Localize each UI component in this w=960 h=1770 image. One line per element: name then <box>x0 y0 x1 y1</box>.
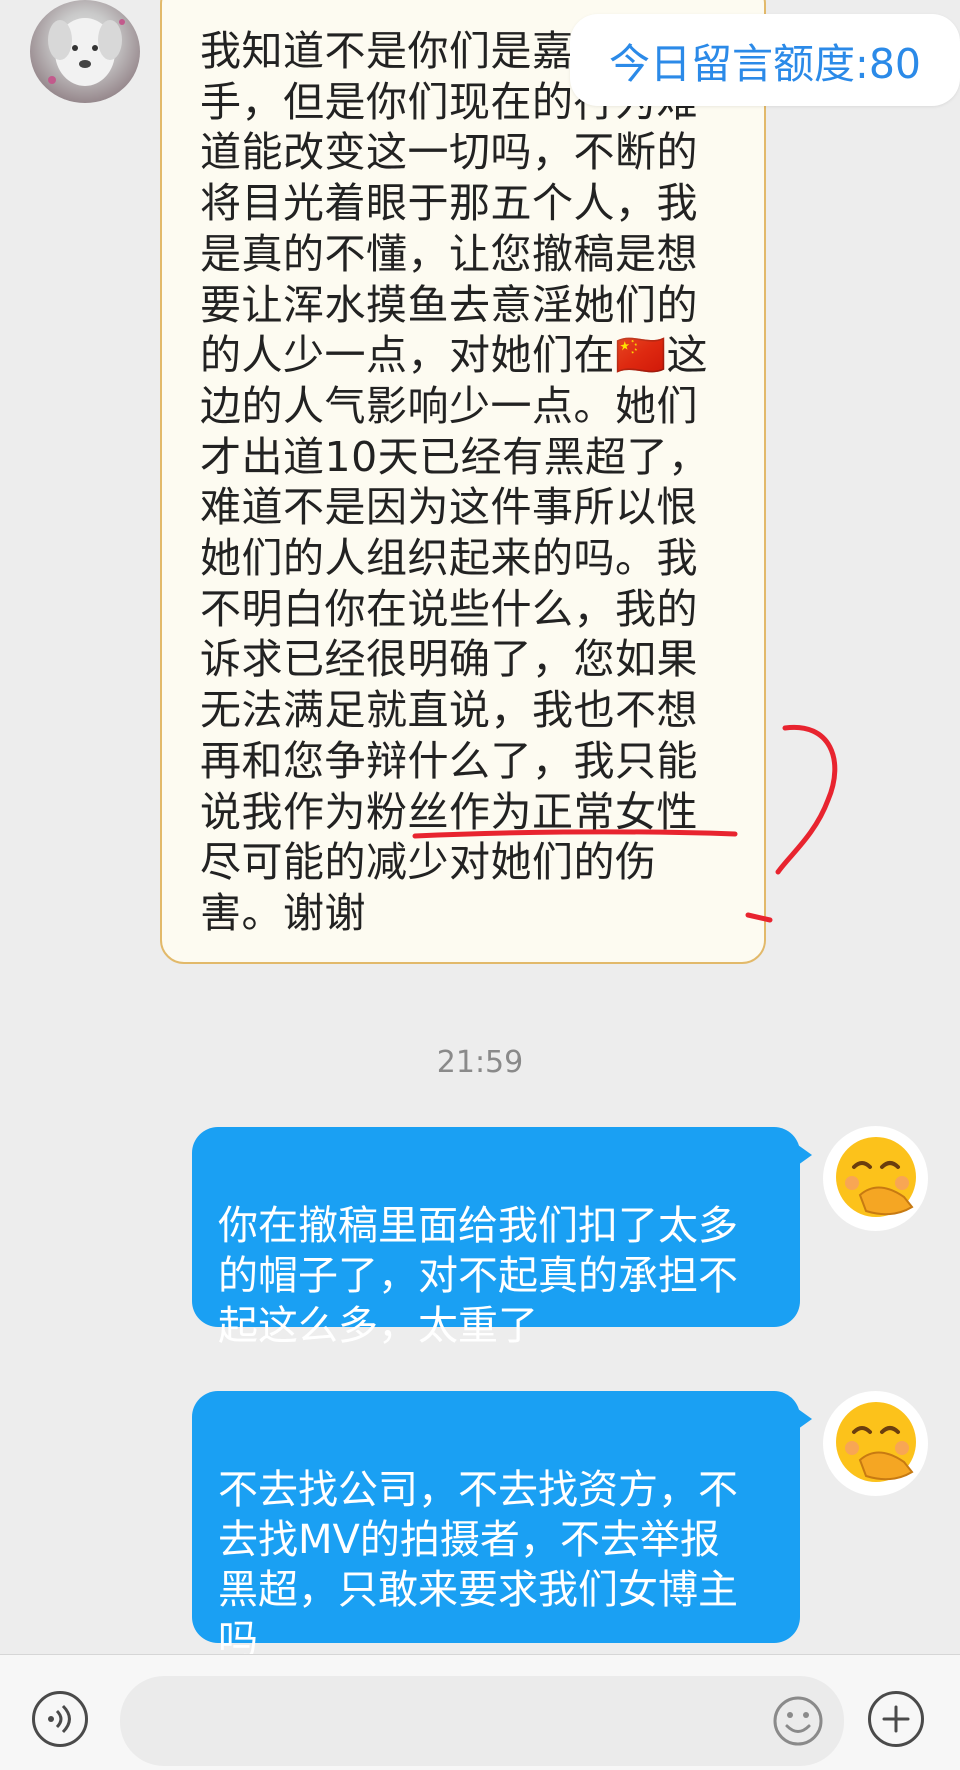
outgoing-message-text: 你在撤稿里面给我们扣了太多 的帽子了，对不起真的承担不 起这么多，太重了 <box>218 1203 738 1349</box>
face-with-hand-over-mouth-icon <box>835 1401 916 1482</box>
emoji-icon <box>773 1696 823 1746</box>
message-input[interactable] <box>120 1676 844 1766</box>
outgoing-message-bubble[interactable]: 你在撤稿里面给我们扣了太多 的帽子了，对不起真的承担不 起这么多，太重了 <box>192 1127 812 1349</box>
outgoing-message-bubble[interactable]: 不去找公司，不去找资方，不 去找MV的拍摄者，不去举报 黑超，只敢来要求我们女博… <box>192 1391 812 1663</box>
face-with-hand-over-mouth-icon <box>835 1136 916 1217</box>
self-avatar[interactable] <box>823 1391 928 1496</box>
message-timestamp: 21:59 <box>436 1045 524 1080</box>
more-button[interactable] <box>868 1691 924 1747</box>
self-avatar[interactable] <box>823 1126 928 1231</box>
plus-icon <box>882 1705 910 1733</box>
outgoing-message-text: 不去找公司，不去找资方，不 去找MV的拍摄者，不去举报 黑超，只敢来要求我们女博… <box>218 1467 738 1663</box>
red-annotation-marks <box>412 724 838 923</box>
chat-input-bar <box>0 1654 960 1770</box>
voice-button[interactable] <box>32 1691 88 1747</box>
emoji-button[interactable] <box>772 1695 824 1747</box>
voice-icon <box>48 1704 71 1734</box>
